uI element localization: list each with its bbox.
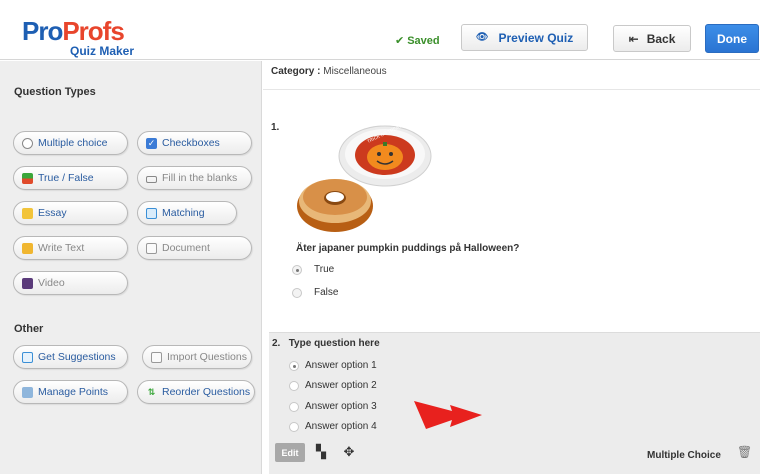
answer-option-label: Answer option 3 (305, 401, 377, 412)
matching-button[interactable]: Matching (137, 201, 237, 225)
move-icon[interactable]: ✥ (341, 443, 357, 461)
radio-icon[interactable] (289, 401, 299, 412)
radio-icon[interactable] (292, 287, 302, 298)
question-type-label: Multiple Choice (647, 450, 721, 461)
divider (263, 89, 760, 90)
write-text-button[interactable]: Write Text (13, 236, 128, 260)
document-icon (146, 242, 157, 254)
write-text-label: Write Text (38, 242, 85, 254)
check-icon: ✔ (395, 35, 405, 47)
get-suggestions-button[interactable]: Get Suggestions (13, 345, 128, 369)
fill-blank-icon (146, 176, 157, 183)
radio-icon (22, 137, 33, 149)
radio-icon[interactable] (289, 421, 299, 432)
category-label: Category : (271, 66, 321, 77)
answer-option-1[interactable]: Answer option 1 (289, 360, 377, 371)
back-button[interactable]: ⇤ Back (613, 25, 691, 52)
get-suggestions-label: Get Suggestions (38, 351, 116, 363)
question-types-heading: Question Types (14, 86, 96, 98)
radio-selected-icon[interactable] (289, 360, 299, 371)
matching-icon (146, 207, 157, 219)
category-value: Miscellaneous (323, 66, 387, 77)
answer-option-label: Answer option 1 (305, 360, 377, 371)
question-1-image[interactable]: TRICK OR TREAT (293, 121, 443, 239)
option-label: False (314, 287, 339, 298)
document-button[interactable]: Document (137, 236, 252, 260)
question-2-title[interactable]: 2. Type question here (272, 338, 380, 349)
question-1-number: 1. (271, 122, 280, 133)
answer-option-label: Answer option 4 (305, 421, 377, 432)
write-text-icon (22, 242, 33, 254)
eye-icon: 👁 (475, 32, 489, 43)
true-false-label: True / False (38, 172, 94, 184)
essay-button[interactable]: Essay (13, 201, 128, 225)
question-1-option-false[interactable]: False (292, 287, 338, 298)
reorder-questions-button[interactable]: ⇅ Reorder Questions (137, 380, 255, 404)
preview-quiz-label: Preview Quiz (498, 30, 574, 45)
checkboxes-button[interactable]: ✓ Checkboxes (137, 131, 252, 155)
saved-status: ✔ Saved (395, 34, 440, 47)
checkbox-icon: ✓ (146, 137, 157, 149)
essay-icon (22, 207, 33, 219)
essay-label: Essay (38, 207, 67, 219)
other-heading: Other (14, 323, 44, 335)
video-button[interactable]: Video (13, 271, 128, 295)
fill-in-the-blanks-label: Fill in the blanks (162, 172, 238, 184)
question-1-text: Äter japaner pumpkin puddings på Hallowe… (296, 243, 520, 254)
preview-quiz-button[interactable]: 👁 Preview Quiz (461, 24, 588, 51)
video-label: Video (38, 277, 65, 289)
import-questions-label: Import Questions (167, 351, 247, 363)
logo-subtitle: Quiz Maker (70, 44, 135, 58)
back-label: Back (646, 31, 676, 46)
true-false-icon (22, 172, 33, 184)
question-1-option-true[interactable]: True (292, 264, 334, 275)
top-bar: ProProfs Quiz Maker ✔ Saved 👁 Preview Qui… (0, 0, 760, 60)
done-label: Done (717, 31, 747, 46)
manage-points-label: Manage Points (38, 386, 109, 398)
import-questions-button[interactable]: Import Questions (142, 345, 252, 369)
true-false-button[interactable]: True / False (13, 166, 128, 190)
question-2-text: Type question here (288, 338, 380, 349)
manage-points-button[interactable]: Manage Points (13, 380, 128, 404)
trash-icon[interactable]: 🗑 (737, 445, 752, 459)
question-2-number: 2. (272, 338, 281, 349)
radio-selected-icon[interactable] (292, 264, 302, 275)
back-arrow-icon: ⇤ (628, 31, 639, 46)
answer-option-2[interactable]: Answer option 2 (289, 380, 377, 391)
points-icon (22, 386, 33, 398)
logo-part1: Pro (22, 16, 63, 46)
copy-icon[interactable]: ▚ (313, 443, 329, 461)
reorder-icon: ⇅ (147, 386, 156, 397)
video-icon (22, 277, 33, 289)
reorder-questions-label: Reorder Questions (162, 386, 251, 398)
import-icon (151, 351, 162, 363)
logo-part2: Profs (62, 16, 124, 46)
quiz-editor: Category : Miscellaneous 1. TRICK OR TRE… (263, 61, 760, 474)
suggestions-icon (22, 351, 33, 363)
radio-icon[interactable] (289, 380, 299, 391)
multiple-choice-label: Multiple choice (38, 137, 108, 149)
matching-label: Matching (162, 207, 205, 219)
saved-label: Saved (407, 35, 440, 47)
sidebar: Question Types Multiple choice ✓ Checkbo… (0, 61, 262, 474)
option-label: True (314, 264, 335, 275)
answer-option-4[interactable]: Answer option 4 (289, 421, 377, 432)
question-2-block[interactable]: 2. Type question here Answer option 1 An… (269, 332, 760, 474)
red-arrow-annotation (414, 401, 482, 429)
fill-in-the-blanks-button[interactable]: Fill in the blanks (137, 166, 252, 190)
edit-button[interactable]: Edit (275, 443, 305, 462)
category-line: Category : Miscellaneous (271, 66, 387, 77)
edit-label: Edit (281, 447, 299, 458)
checkboxes-label: Checkboxes (162, 137, 220, 149)
done-button[interactable]: Done (705, 24, 759, 53)
answer-option-3[interactable]: Answer option 3 (289, 401, 377, 412)
document-label: Document (162, 242, 210, 254)
proprofs-logo[interactable]: ProProfs Quiz Maker (22, 16, 134, 57)
answer-option-label: Answer option 2 (305, 380, 377, 391)
multiple-choice-button[interactable]: Multiple choice (13, 131, 128, 155)
